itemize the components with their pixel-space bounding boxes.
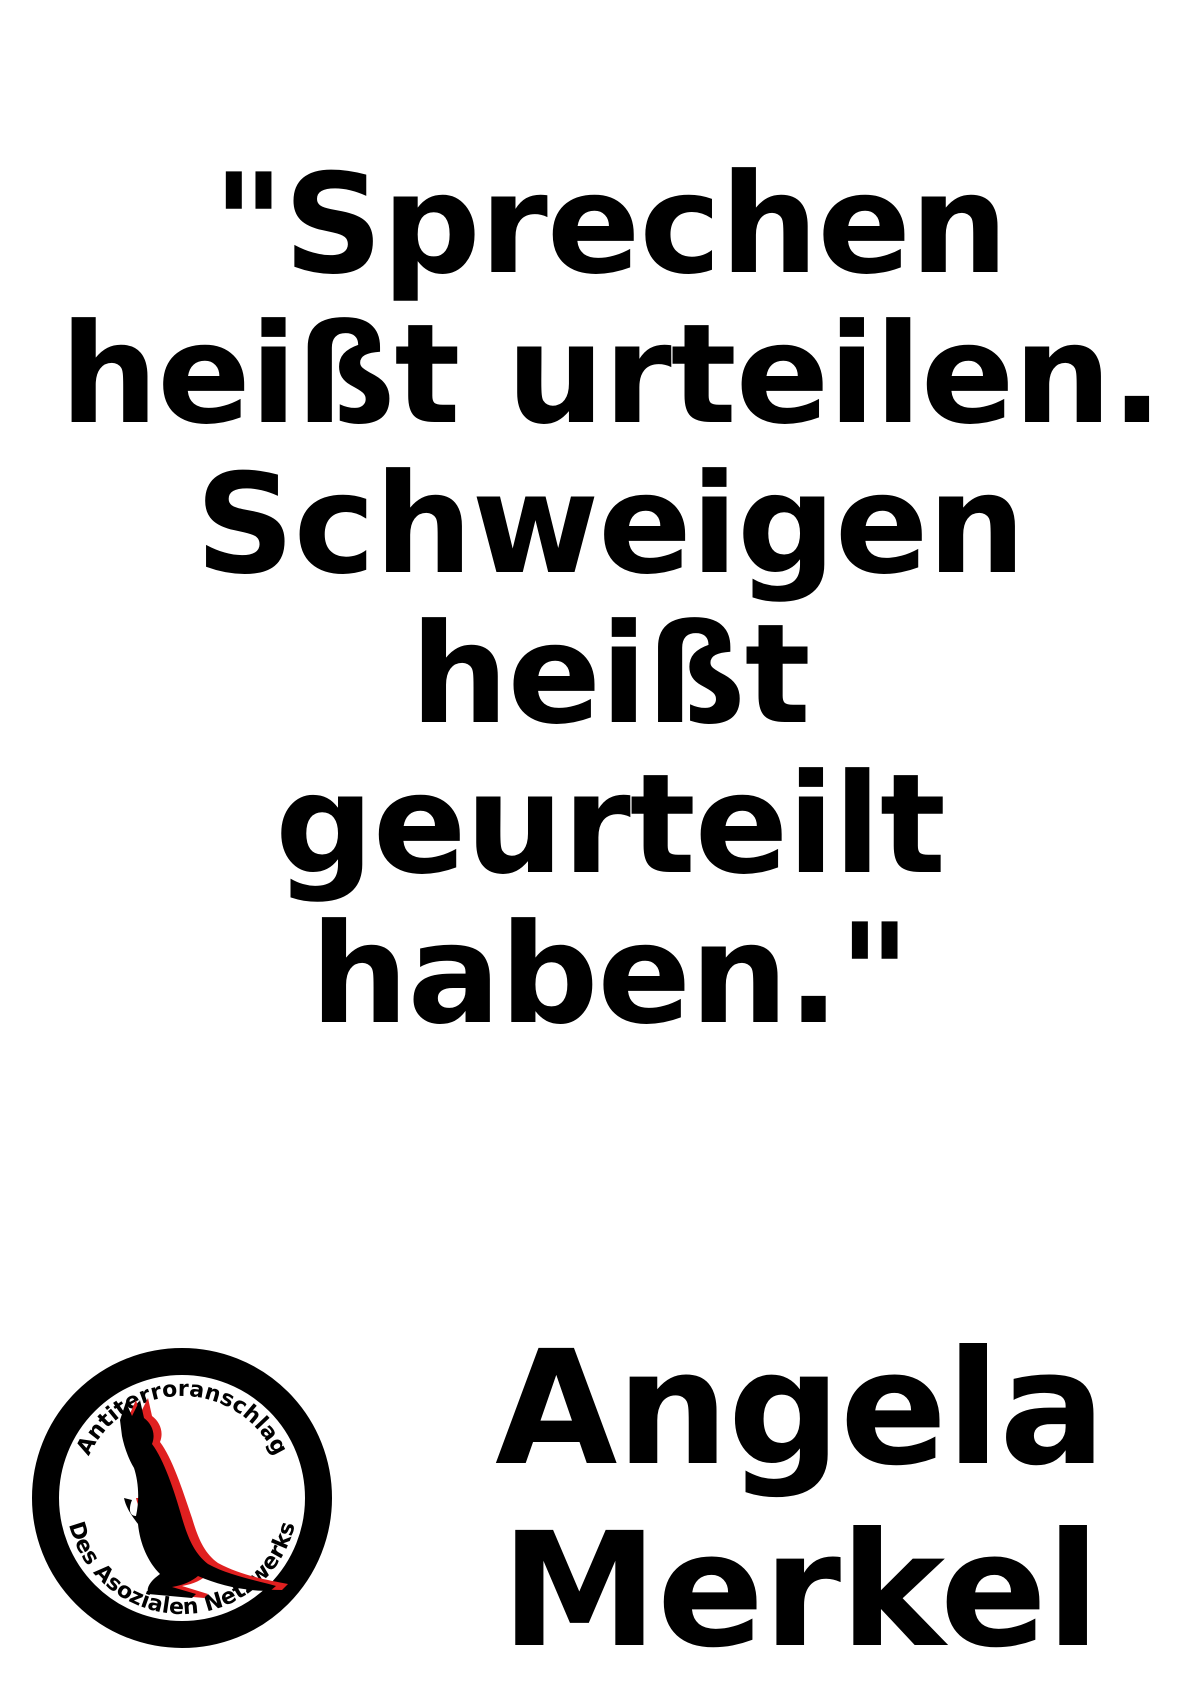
quote-line: "Sprechen: [212, 144, 1009, 305]
logo: Antiterroranschlag Des Asozialen Netzwer…: [32, 1348, 332, 1648]
quote-line: geurteilt: [275, 744, 946, 905]
author-last-name: Merkel: [500, 1499, 1100, 1683]
author-first-name: Angela: [495, 1317, 1106, 1501]
quote-line: heißt urteilen.: [60, 294, 1163, 455]
quote: "Sprechen heißt urteilen. Schweigen heiß…: [60, 144, 1163, 1055]
quote-line: haben.": [310, 894, 910, 1055]
author: Angela Merkel: [470, 1318, 1130, 1682]
poster: "Sprechen heißt urteilen. Schweigen heiß…: [0, 0, 1191, 1684]
quote-line: Schweigen: [195, 444, 1025, 605]
quote-line: heißt: [410, 594, 810, 755]
